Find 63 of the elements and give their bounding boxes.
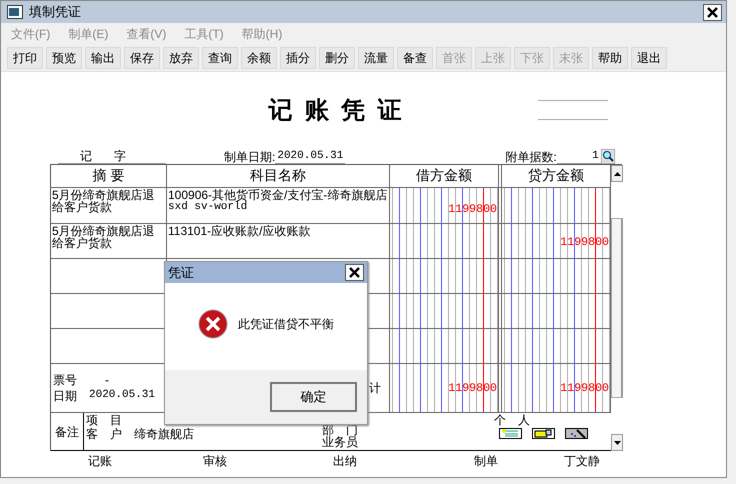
signature-label: 制单 — [473, 453, 499, 470]
up-arrow-icon — [614, 172, 620, 176]
account-detail: sxd sv-world — [168, 201, 248, 214]
scroll-down-button[interactable] — [611, 434, 623, 451]
account-text: 100906-其他货币资金/支付宝-缔奇旗舰店 — [168, 189, 388, 201]
signature-label: 出纳 — [332, 453, 358, 470]
column-header: 科目名称 — [167, 165, 390, 188]
date-value: 2020.05.31 — [275, 149, 346, 164]
department-label: 部 门 — [322, 424, 359, 436]
toolbar-button[interactable]: 备查 — [397, 47, 433, 69]
ok-button[interactable]: 确定 — [270, 382, 357, 412]
window-title: 填制凭证 — [29, 3, 82, 21]
dialog-title: 凭证 — [168, 264, 195, 282]
window-icon — [7, 5, 23, 19]
salesperson-label: 业务员 — [322, 436, 359, 448]
voucher-word-suffix: 字 — [114, 149, 166, 164]
voucher-title: 记 账 凭 证 — [268, 94, 404, 126]
wand-icon[interactable] — [565, 428, 588, 439]
customer-label: 客 户 — [86, 428, 122, 440]
ticket-label: 票号 — [53, 374, 77, 386]
attachments-label: 附单据数: — [505, 150, 557, 164]
close-icon — [707, 6, 718, 18]
toolbar-button[interactable]: 打印 — [7, 47, 43, 69]
column-header: 借方金额 — [390, 165, 499, 188]
date-label: 制单日期: — [224, 150, 276, 164]
date-label: 日期 — [53, 390, 77, 402]
search-icon[interactable] — [600, 149, 615, 164]
toolbar-button[interactable]: 帮助 — [592, 47, 628, 69]
close-button[interactable] — [703, 4, 722, 20]
customer-value: 缔奇旗舰店 — [134, 428, 194, 440]
document-icon[interactable] — [499, 428, 522, 439]
signature-label: 审核 — [202, 453, 228, 470]
toolbar-button[interactable]: 放弃 — [163, 47, 199, 69]
dialog-close-button[interactable] — [345, 264, 364, 281]
ticket-value: - — [104, 374, 109, 386]
down-arrow-icon — [614, 440, 620, 444]
close-icon — [349, 267, 360, 278]
date-value: 2020.05.31 — [89, 389, 156, 402]
toolbar-button[interactable]: 退出 — [631, 47, 667, 69]
card-icon[interactable] — [532, 428, 555, 439]
toolbar-button[interactable]: 输出 — [85, 47, 121, 69]
scrollbar-thumb[interactable] — [611, 218, 623, 398]
notes-label: 备注 — [55, 426, 79, 438]
toolbar-button[interactable]: 删分 — [319, 47, 355, 69]
toolbar-button[interactable]: 查询 — [202, 47, 238, 69]
toolbar-button[interactable]: 流量 — [358, 47, 394, 69]
scroll-up-button[interactable] — [611, 165, 623, 182]
toolbar-button[interactable]: 插分 — [280, 47, 316, 69]
column-header: 摘 要 — [51, 165, 167, 188]
total-label: 计 — [369, 382, 381, 394]
toolbar-button[interactable]: 保存 — [124, 47, 160, 69]
voucher-word: 记 — [58, 149, 114, 164]
account-text: 113101-应收账款/应收账款 — [168, 225, 312, 237]
error-icon — [198, 308, 228, 338]
signature-label: 记账 — [87, 453, 113, 470]
toolbar-button[interactable]: 预览 — [46, 47, 82, 69]
maker-name: 丁文静 — [563, 453, 601, 470]
project-label: 项 目 — [86, 414, 123, 426]
toolbar-button[interactable]: 余额 — [241, 47, 277, 69]
summary-text: 5月份缔奇旗舰店退给客户货款 — [52, 189, 156, 213]
dialog-message: 此凭证借贷不平衡 — [238, 318, 334, 330]
summary-text: 5月份缔奇旗舰店退给客户货款 — [52, 225, 156, 249]
person-label: 个 人 — [494, 414, 531, 426]
